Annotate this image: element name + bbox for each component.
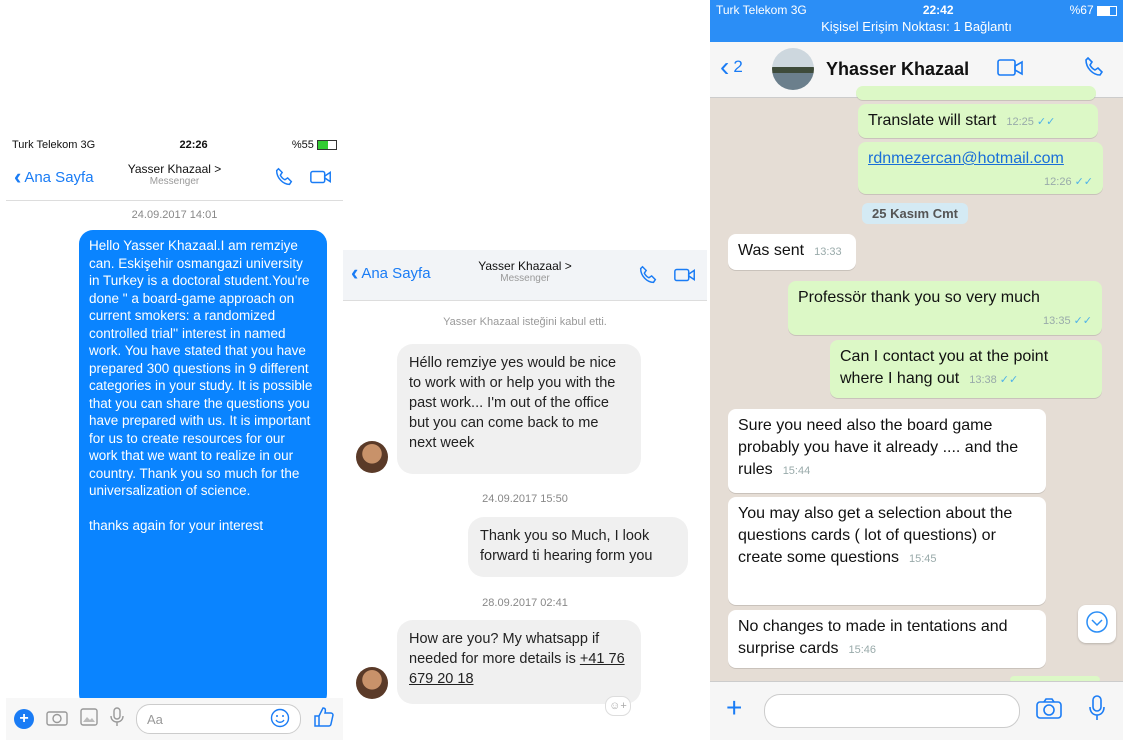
message-text-tail: thanks again for your interest [89,517,264,533]
camera-icon[interactable] [46,708,68,731]
status-bar: Turk Telekom 3G 22:26 %55 [6,132,343,158]
outgoing-message[interactable]: rdnmezercan@hotmail.com 12:26 ✓✓ [858,142,1103,194]
message-time: 12:26 [1044,176,1072,188]
outgoing-message[interactable]: Translate will start 12:25 ✓✓ [858,104,1098,138]
message-text: Translate will start [868,112,997,129]
add-reaction-icon[interactable]: ☺+ [605,696,631,716]
message-text: Thank you so Much, I look forward ti hea… [480,528,653,564]
phone-icon[interactable] [273,166,295,193]
message-text: Sure you need also the board game probab… [738,417,1019,478]
message-input[interactable]: Aa [136,704,301,734]
battery-percent: %67 [1069,3,1094,17]
date-badge: 25 Kasım Cmt [862,203,968,224]
incoming-message[interactable]: Was sent 13:33 [728,234,856,270]
message-text: How are you? My whatsapp if needed for m… [409,631,600,667]
avatar[interactable] [356,667,388,699]
clock: 22:42 [922,3,954,17]
date-stamp: 24.09.2017 14:01 [131,209,218,221]
outgoing-message[interactable]: Hello Yasser Khazaal.I am remziye can. E… [79,230,327,708]
incoming-message[interactable]: No changes to made in tentations and sur… [728,610,1046,668]
status-bar: Turk Telekom 3G 22:42 %67 Kişisel Erişim… [710,0,1123,42]
message-input[interactable] [764,694,1020,728]
date-stamp: 24.09.2017 15:50 [482,493,568,505]
message-input-placeholder: Aa [147,711,163,727]
incoming-message[interactable]: Héllo remziye yes would be nice to work … [397,344,641,474]
plus-icon[interactable]: + [726,694,742,722]
message-bubble-partial [856,86,1096,100]
date-stamp: 28.09.2017 02:41 [482,597,568,609]
hotspot-banner[interactable]: Kişisel Erişim Noktası: 1 Bağlantı [710,19,1123,34]
messenger-screen-1: Turk Telekom 3G 22:26 %55 ‹ Ana Sayfa Ya… [6,132,343,740]
message-text: You may also get a selection about the q… [738,505,1013,566]
message-time: 13:35 [1043,315,1071,327]
battery-label: %67 [1070,3,1117,17]
incoming-message[interactable]: You may also get a selection about the q… [728,497,1046,605]
battery-label: %55 [292,139,337,151]
battery-percent: %55 [291,139,314,151]
outgoing-message[interactable]: Can I contact you at the point where I h… [830,340,1102,398]
message-text: Héllo remziye yes would be nice to work … [409,355,617,451]
message-time: 15:46 [848,644,877,656]
plus-icon[interactable]: + [14,709,34,729]
chevron-left-icon: ‹ [720,51,730,82]
clock: 22:26 [179,139,208,151]
avatar[interactable] [356,441,388,473]
message-time: 12:25 [1006,116,1034,128]
phone-icon[interactable] [637,264,659,291]
composer-bar: + Aa [6,698,343,740]
image-icon[interactable] [80,707,98,731]
message-time: 13:33 [814,246,842,258]
message-time: 15:44 [782,465,811,477]
video-icon[interactable] [309,166,333,193]
microphone-icon[interactable] [1088,694,1106,727]
chevron-down-circle-icon [1085,610,1109,639]
message-text: Hello Yasser Khazaal.I am remziye can. E… [89,238,313,498]
chat-header: ‹ Ana Sayfa Yasser Khazaal > Messenger [6,158,343,201]
message-time: 15:45 [908,553,937,565]
avatar[interactable] [772,48,814,90]
battery-icon [317,140,337,151]
microphone-icon[interactable] [110,706,124,732]
contact-name[interactable]: Yhasser Khazaal [826,59,969,80]
incoming-message[interactable]: How are you? My whatsapp if needed for m… [397,620,641,704]
email-link[interactable]: rdnmezercan@hotmail.com [868,148,1093,170]
messenger-screen-2: ‹ Ana Sayfa Yasser Khazaal > Messenger Y… [343,250,707,740]
thumbs-up-icon[interactable] [313,706,335,733]
double-check-icon: ✓✓ [1073,315,1092,327]
chat-header: ‹ Ana Sayfa Yasser Khazaal > Messenger [343,250,707,301]
carrier-label: Turk Telekom 3G [716,3,807,17]
system-note: Yasser Khazaal isteğini kabul etti. [443,316,607,328]
message-text: Was sent [738,242,805,259]
double-check-icon: ✓✓ [1036,116,1056,128]
camera-icon[interactable] [1036,697,1062,724]
outgoing-message[interactable]: Thank you so Much, I look forward ti hea… [468,517,688,577]
outgoing-message[interactable]: Professör thank you so very much 13:35 ✓✓ [788,281,1102,335]
double-check-icon: ✓✓ [999,374,1019,386]
incoming-message[interactable]: Sure you need also the board game probab… [728,409,1046,493]
battery-icon [1097,5,1117,16]
whatsapp-screen: Turk Telekom 3G 22:42 %67 Kişisel Erişim… [710,0,1123,740]
message-text: Professör thank you so very much [798,289,1040,306]
carrier-label: Turk Telekom 3G [12,139,96,151]
back-button[interactable]: ‹ 2 [720,51,743,82]
video-icon[interactable] [996,57,1026,84]
phone-icon[interactable] [1082,55,1106,84]
composer-bar: + [710,681,1123,740]
scroll-to-bottom-button[interactable] [1078,605,1116,643]
double-check-icon: ✓✓ [1074,176,1093,188]
emoji-icon[interactable] [270,708,290,731]
video-icon[interactable] [673,264,697,291]
unread-count: 2 [733,57,743,76]
message-time: 13:38 [969,374,997,386]
